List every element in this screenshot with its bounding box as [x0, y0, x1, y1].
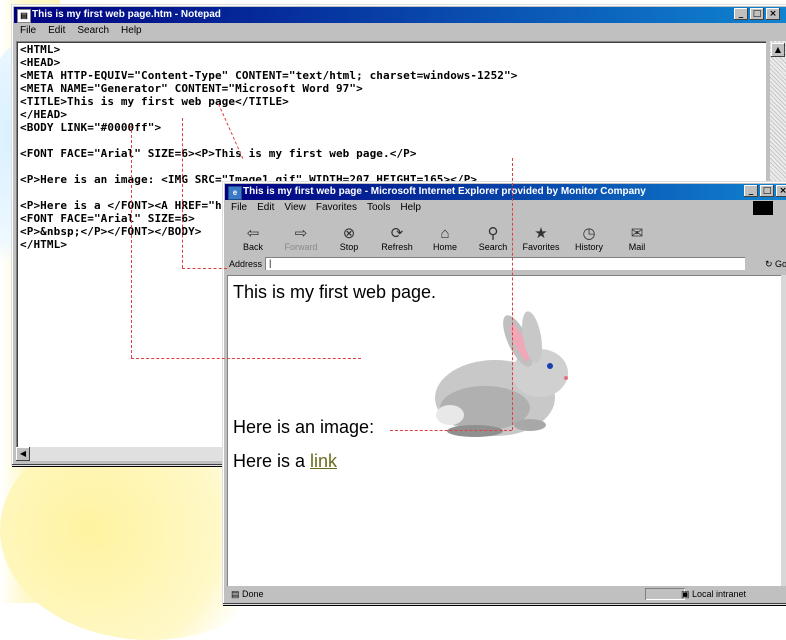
annotation-line-image-box-bottom — [390, 430, 512, 431]
toolbar-mail-button[interactable]: ✉ Mail — [613, 216, 661, 254]
ie-menubar: File Edit View Favorites Tools Help — [225, 201, 786, 215]
notepad-menubar: File Edit Search Help — [14, 24, 786, 38]
ie-menu-edit[interactable]: Edit — [257, 201, 274, 215]
annotation-line-image-horizontal — [131, 358, 361, 359]
notepad-menu-search[interactable]: Search — [77, 24, 109, 38]
ie-window: e This is my first web page - Microsoft … — [222, 181, 786, 605]
stop-icon: ⊗ — [342, 225, 356, 242]
toolbar-refresh-button[interactable]: ⟳ Refresh — [373, 216, 421, 254]
toolbar-home-button[interactable]: ⌂ Home — [421, 216, 469, 254]
toolbar-search-button[interactable]: ⚲ Search — [469, 216, 517, 254]
toolbar-stop-button[interactable]: ⊗ Stop — [325, 216, 373, 254]
history-icon: ◷ — [582, 225, 596, 242]
ie-menu-favorites[interactable]: Favorites — [316, 201, 357, 215]
scroll-up-button[interactable]: ▲ — [771, 43, 785, 57]
ie-menu-tools[interactable]: Tools — [367, 201, 390, 215]
ie-window-controls: _ □ × — [744, 185, 786, 197]
back-arrow-icon: ⇦ — [246, 225, 260, 242]
code-line: </HTML> — [20, 238, 68, 251]
code-line: <FONT FACE="Arial" SIZE=6> — [20, 212, 195, 225]
ie-menu-view[interactable]: View — [284, 201, 306, 215]
minimize-button[interactable]: _ — [734, 8, 748, 20]
code-line: <P>Here is a </FONT><A HREF="h — [20, 199, 222, 212]
ie-statusbar: ▤ Done ▣ Local intranet — [225, 587, 786, 602]
toolbar-label: Mail — [628, 242, 646, 252]
code-line: <HTML> — [20, 43, 61, 56]
close-button[interactable]: × — [766, 8, 780, 20]
ie-minimize-button[interactable]: _ — [744, 185, 758, 197]
ie-close-button[interactable]: × — [776, 185, 786, 197]
rabbit-image — [435, 311, 568, 437]
address-bar: Address | ↻ Go — [225, 255, 786, 273]
notepad-titlebar[interactable]: ▤ This is my first web page.htm - Notepa… — [14, 7, 786, 23]
toolbar-label: Favorites — [522, 242, 560, 252]
favorites-icon: ★ — [534, 225, 548, 242]
annotation-line-image-box-right — [512, 158, 513, 430]
link-prefix-text: Here is a — [233, 451, 311, 471]
image-caption-text: Here is an image: — [233, 417, 375, 437]
page-heading: This is my first web page. — [233, 282, 437, 302]
notepad-menu-help[interactable]: Help — [121, 24, 142, 38]
page-link[interactable]: link — [310, 451, 337, 471]
mail-icon: ✉ — [630, 225, 644, 242]
annotation-line-body-vertical — [182, 118, 183, 268]
intranet-icon: ▣ — [681, 589, 693, 599]
code-line: <BODY LINK="#0000ff"> — [20, 121, 162, 134]
toolbar-label: Forward — [284, 242, 318, 252]
ie-app-icon: e — [228, 186, 242, 200]
status-done: ▤ Done — [231, 587, 264, 602]
ie-maximize-button[interactable]: □ — [760, 185, 774, 197]
code-line: <FONT FACE="Arial" SIZE=6><P>This is my … — [20, 147, 417, 160]
code-line: <P>&nbsp;</P></FONT></BODY> — [20, 225, 202, 238]
search-icon: ⚲ — [487, 225, 499, 242]
code-line: <HEAD> — [20, 56, 61, 69]
code-line: </HEAD> — [20, 108, 68, 121]
toolbar-label: Stop — [339, 242, 359, 252]
toolbar-label: Back — [242, 242, 263, 252]
notepad-menu-file[interactable]: File — [20, 24, 36, 38]
ie-toolbar: ⇦ Back ⇨ Forward ⊗ Stop ⟳ Refresh ⌂ Home ⚲ Search ★ F… — [225, 216, 786, 254]
refresh-icon: ⟳ — [390, 225, 404, 242]
code-line: <TITLE>This is my first web page</TITLE> — [20, 95, 289, 108]
windows-logo-icon — [753, 201, 773, 215]
go-button[interactable]: ↻ Go — [765, 255, 786, 273]
annotation-line-image-vertical — [131, 125, 132, 358]
ie-menu-file[interactable]: File — [231, 201, 247, 215]
page-icon: ▤ — [231, 589, 243, 599]
toolbar-favorites-button[interactable]: ★ Favorites — [517, 216, 565, 254]
home-icon: ⌂ — [440, 225, 450, 242]
notepad-menu-edit[interactable]: Edit — [48, 24, 65, 38]
code-line: <META HTTP-EQUIV="Content-Type" CONTENT=… — [20, 69, 518, 82]
maximize-button[interactable]: □ — [750, 8, 764, 20]
status-done-text: Done — [242, 589, 264, 599]
ie-menu-help[interactable]: Help — [400, 201, 421, 215]
scroll-left-button[interactable]: ◀ — [16, 447, 30, 461]
status-zone: ▣ Local intranet — [667, 587, 746, 602]
link-line: Here is a link — [233, 451, 337, 472]
toolbar-label: Home — [432, 242, 457, 252]
annotation-line-body-horizontal — [182, 268, 227, 269]
forward-arrow-icon: ⇨ — [294, 225, 308, 242]
address-label: Address — [229, 259, 263, 269]
toolbar-forward-button[interactable]: ⇨ Forward — [277, 216, 325, 254]
toolbar-back-button[interactable]: ⇦ Back — [229, 216, 277, 254]
toolbar-history-button[interactable]: ◷ History — [565, 216, 613, 254]
toolbar-label: History — [574, 242, 603, 252]
toolbar-label: Refresh — [381, 242, 413, 252]
code-line: <META NAME="Generator" CONTENT="Microsof… — [20, 82, 363, 95]
ie-vertical-scrollbar[interactable] — [781, 275, 786, 586]
address-input[interactable]: | — [265, 257, 745, 270]
status-zone-text: Local intranet — [692, 589, 747, 599]
notepad-window-controls: _ □ × — [734, 8, 780, 20]
toolbar-label: Search — [478, 242, 508, 252]
notepad-title: This is my first web page.htm - Notepad — [32, 9, 221, 20]
ie-title: This is my first web page - Microsoft In… — [243, 186, 646, 197]
go-arrow-icon: ↻ — [764, 259, 775, 269]
go-label: Go — [774, 259, 786, 269]
notepad-app-icon: ▤ — [17, 9, 31, 23]
ie-titlebar[interactable]: e This is my first web page - Microsoft … — [225, 184, 786, 200]
